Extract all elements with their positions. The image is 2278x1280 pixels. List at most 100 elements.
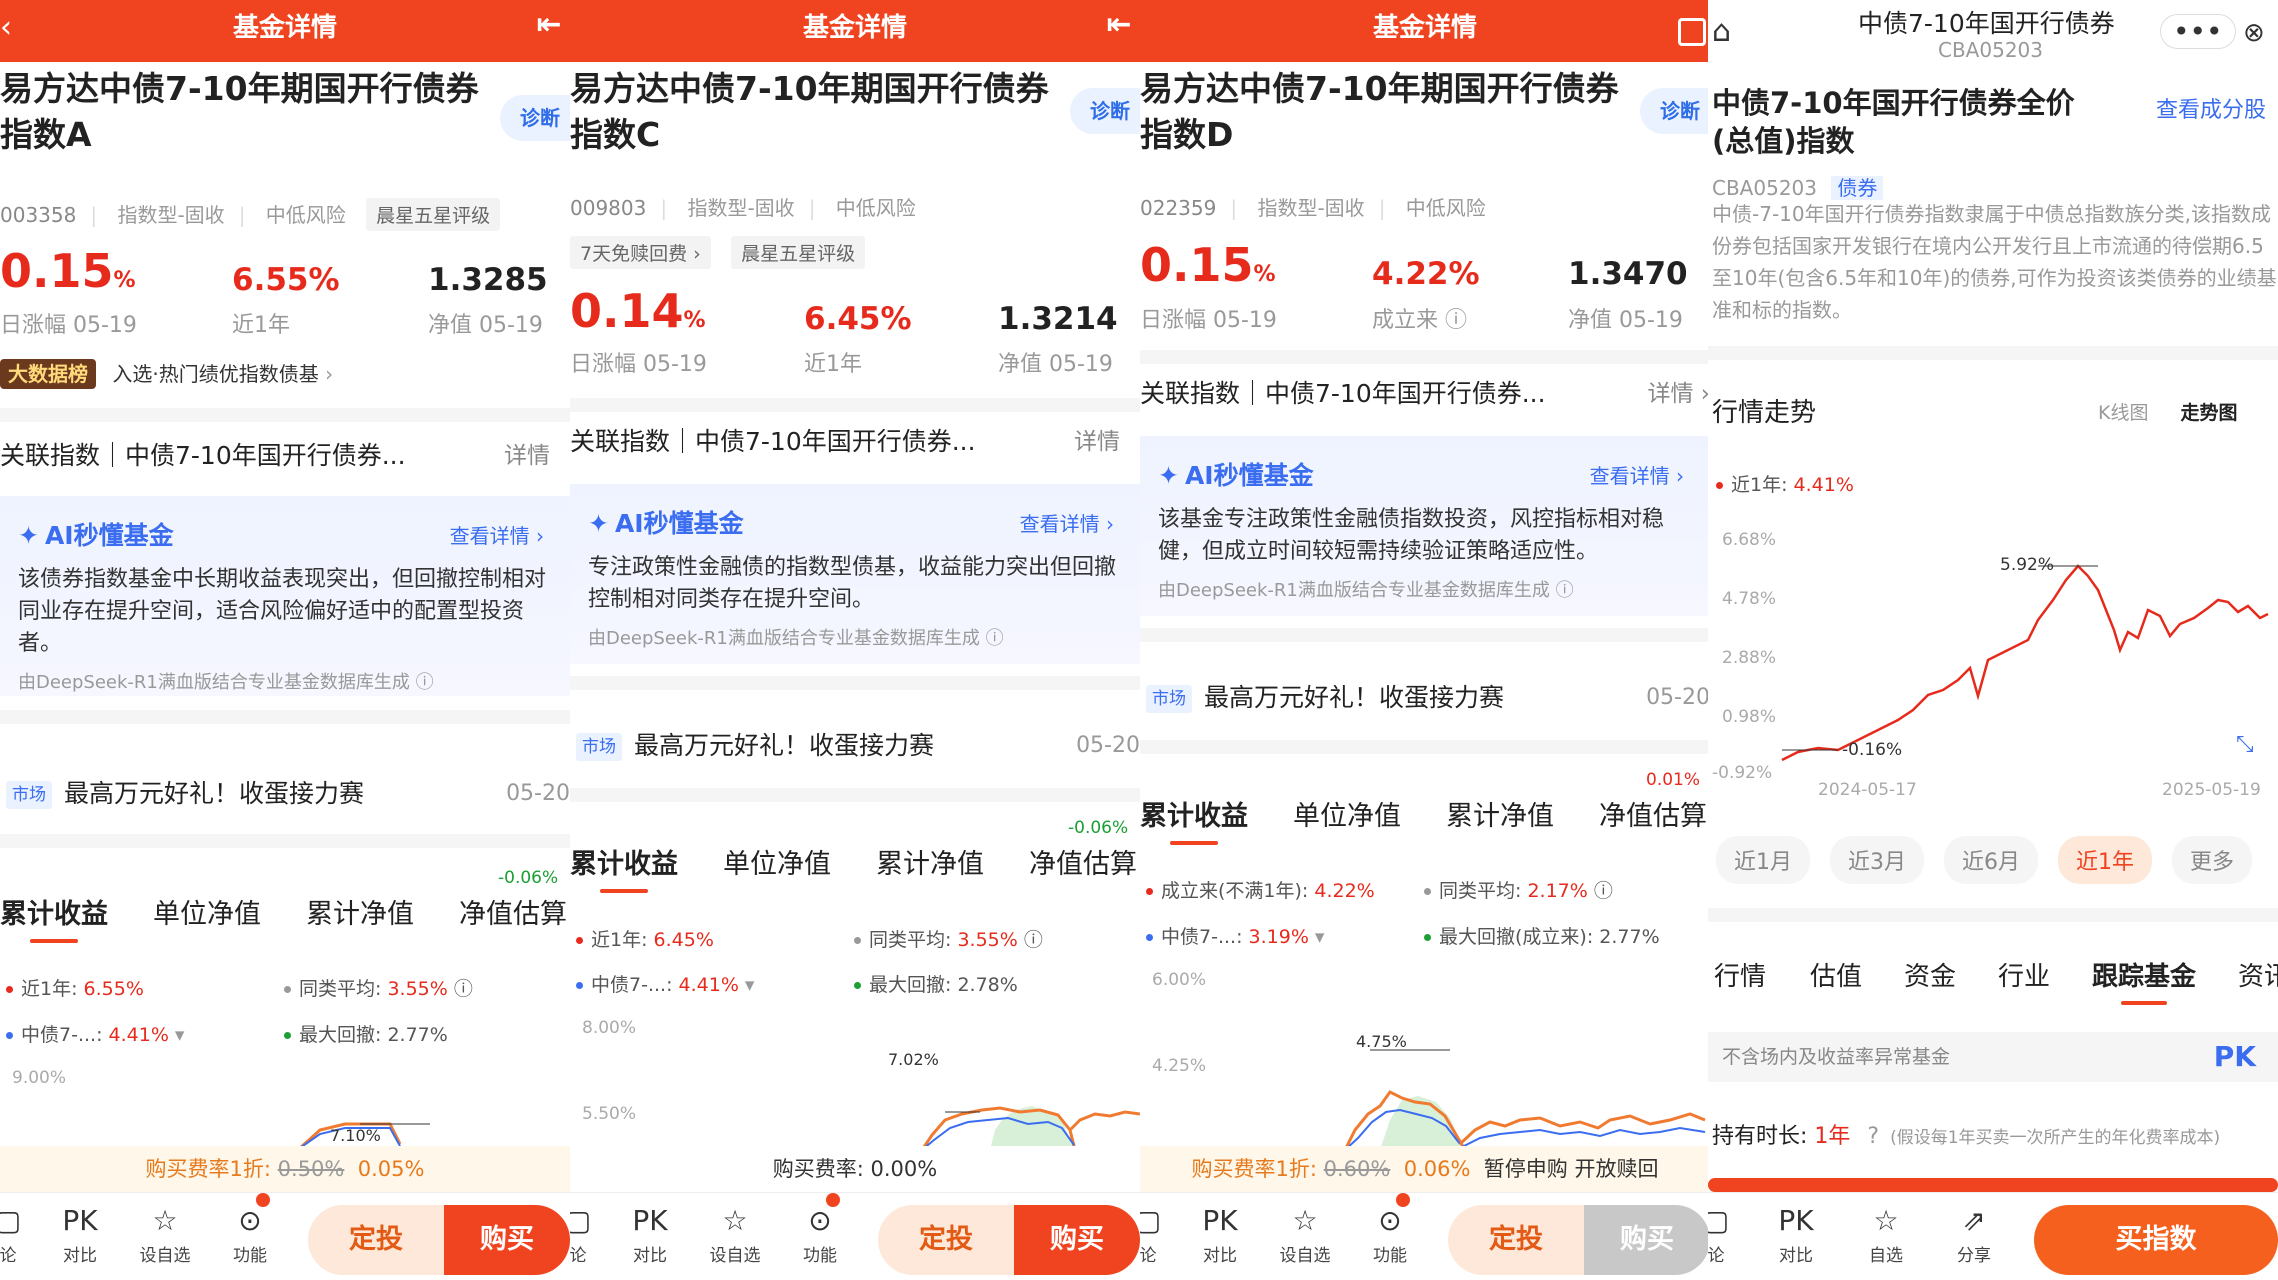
function-button[interactable]: ⊙ 功能: [1360, 1201, 1420, 1266]
sip-button[interactable]: 定投: [308, 1205, 444, 1275]
tab-unit-nav[interactable]: 单位净值: [723, 842, 831, 881]
range-3m[interactable]: 近3月: [1830, 836, 1924, 884]
fee-bar: 购买费率1折: 0.60% 0.06% 暂停申购 开放赎回: [1140, 1146, 1710, 1192]
fee-bar: 购买费率: 0.00%: [570, 1146, 1140, 1192]
related-index-row[interactable]: 关联指数｜中债7-10年国开行债券... 详情: [0, 424, 570, 488]
tab-cumulative-nav[interactable]: 累计净值: [1446, 794, 1554, 833]
range-6m[interactable]: 近6月: [1944, 836, 2038, 884]
comment-button[interactable]: ▢ 论: [1708, 1201, 1746, 1266]
diagnose-button[interactable]: 诊断: [1640, 88, 1710, 134]
kline-tab[interactable]: K线图: [2088, 400, 2158, 426]
tab-unit-nav[interactable]: 单位净值: [1293, 794, 1401, 833]
ai-view-detail[interactable]: 查看详情 ›: [450, 520, 544, 549]
market-promo-row[interactable]: 市场 最高万元好礼！收蛋接力赛 05-20: [0, 764, 570, 824]
filter-bar[interactable]: 不含场内及收益率异常基金 PK: [1708, 1032, 2278, 1082]
share-icon: ⇗: [1962, 1204, 1986, 1237]
related-index-row[interactable]: 关联指数｜中债7-10年国开行债券... 详情: [570, 410, 1140, 474]
tab-news[interactable]: 资讯: [2238, 956, 2278, 993]
legend-index[interactable]: 中债7-...: 3.19% ▾: [1146, 922, 1324, 949]
legend-index[interactable]: 中债7-...: 4.41% ▾: [6, 1020, 184, 1047]
diagnose-button[interactable]: 诊断: [500, 95, 570, 141]
tab-unit-nav[interactable]: 单位净值: [153, 892, 261, 931]
hold-slider[interactable]: [1708, 1178, 2278, 1192]
market-promo-row[interactable]: 市场 最高万元好礼！收蛋接力赛 05-20: [570, 716, 1140, 776]
related-index-detail[interactable]: 详情: [504, 424, 550, 488]
bigdata-row[interactable]: 大数据榜 入选·热门绩优指数债基 ›: [0, 358, 333, 392]
info-icon: ⓘ: [1593, 880, 1613, 902]
tab-tracking-funds[interactable]: 跟踪基金: [2092, 956, 2196, 1005]
ai-view-detail[interactable]: 查看详情 ›: [1020, 508, 1114, 537]
related-index-detail[interactable]: 详情: [1074, 410, 1120, 474]
share-button[interactable]: ⇗ 分享: [1944, 1201, 2004, 1266]
fund-code: 009803: [570, 196, 647, 220]
tab-nav-estimate[interactable]: 净值估算: [459, 892, 567, 931]
redeem-fee-tag[interactable]: 7天免赎回费 ›: [570, 236, 711, 269]
tab-cumulative-return[interactable]: 累计收益: [570, 842, 678, 893]
tab-nav-estimate[interactable]: 净值估算: [1029, 842, 1137, 881]
range-1y[interactable]: 近1年: [2058, 836, 2152, 884]
home-icon[interactable]: ⌂: [1712, 14, 1731, 49]
tab-market[interactable]: 行情: [1714, 956, 1766, 993]
tab-nav-estimate[interactable]: 净值估算: [1599, 794, 1707, 833]
sip-button[interactable]: 定投: [878, 1205, 1014, 1275]
function-button[interactable]: ⊙ 功能: [220, 1201, 280, 1266]
exit-icon[interactable]: ⇤: [1102, 10, 1136, 44]
range-more[interactable]: 更多: [2172, 836, 2253, 884]
comment-button[interactable]: ▢ 论: [570, 1201, 608, 1266]
favorite-button[interactable]: ☆ 设自选: [705, 1201, 765, 1266]
close-icon[interactable]: ⊗: [2243, 18, 2265, 48]
exit-icon[interactable]: ⇤: [532, 10, 566, 44]
buy-button[interactable]: 购买: [1014, 1205, 1140, 1275]
range-1m[interactable]: 近1月: [1716, 836, 1810, 884]
tab-cumulative-nav[interactable]: 累计净值: [876, 842, 984, 881]
tab-valuation[interactable]: 估值: [1810, 956, 1862, 993]
estimate-change: -0.06%: [1068, 818, 1129, 838]
peak-label: 4.75%: [1356, 1032, 1407, 1051]
ai-view-detail[interactable]: 查看详情 ›: [1590, 460, 1684, 489]
function-button[interactable]: ⊙ 功能: [790, 1201, 850, 1266]
index-header: ⌂ 中债7-10年国开行债券 CBA05203 ••• ⊗: [1708, 0, 2278, 72]
buy-button[interactable]: 购买: [444, 1205, 570, 1275]
diagnose-button[interactable]: 诊断: [1070, 88, 1140, 134]
compare-button[interactable]: PK 对比: [620, 1201, 680, 1266]
related-index-detail[interactable]: 详情 ›: [1647, 362, 1710, 426]
header-title: 基金详情: [1372, 13, 1477, 43]
more-icon[interactable]: •••: [2160, 14, 2236, 49]
estimate-change: -0.06%: [498, 868, 559, 888]
tab-cumulative-nav[interactable]: 累计净值: [306, 892, 414, 931]
market-badge: 市场: [1146, 685, 1192, 713]
info-icon: ⓘ: [1023, 929, 1043, 951]
favorite-button[interactable]: ☆ 设自选: [135, 1201, 195, 1266]
favorite-button[interactable]: ☆ 设自选: [1275, 1201, 1335, 1266]
compare-button[interactable]: PK 对比: [1190, 1201, 1250, 1266]
ai-source: 由DeepSeek-R1满血版结合专业基金数据库生成 ⓘ: [18, 672, 434, 693]
trend-tab[interactable]: 走势图: [2171, 400, 2248, 426]
tab-capital[interactable]: 资金: [1904, 956, 1956, 993]
star-icon: ☆: [722, 1204, 748, 1237]
header-title: 基金详情: [232, 13, 337, 43]
sparkle-icon: ✦: [18, 521, 39, 550]
home-icon[interactable]: [1678, 18, 1706, 46]
comment-button[interactable]: ▢ 论: [1140, 1201, 1178, 1266]
buy-index-button[interactable]: 买指数: [2034, 1205, 2278, 1275]
fullscreen-icon[interactable]: ⤡: [2236, 732, 2254, 757]
tab-cumulative-return[interactable]: 累计收益: [1140, 794, 1248, 845]
sip-button[interactable]: 定投: [1448, 1205, 1584, 1275]
legend-index[interactable]: 中债7-...: 4.41% ▾: [576, 970, 754, 997]
market-promo-row[interactable]: 市场 最高万元好礼！收蛋接力赛 05-20: [1140, 668, 1710, 728]
pk-button[interactable]: PK: [2214, 1032, 2256, 1082]
buy-button-disabled[interactable]: 购买: [1584, 1205, 1710, 1275]
tab-cumulative-return[interactable]: 累计收益: [0, 892, 108, 943]
tab-industry[interactable]: 行业: [1998, 956, 2050, 993]
view-components-link[interactable]: 查看成分股: [2156, 92, 2266, 124]
favorite-button[interactable]: ☆ 自选: [1856, 1201, 1916, 1266]
compare-button[interactable]: PK 对比: [50, 1201, 110, 1266]
market-text: 最高万元好礼！收蛋接力赛: [64, 779, 365, 808]
return-chart: [298, 1122, 430, 1148]
sparkle-icon: ✦: [588, 509, 609, 538]
comment-button[interactable]: ▢ 论: [0, 1201, 38, 1266]
compare-button[interactable]: PK 对比: [1766, 1201, 1826, 1266]
hold-value[interactable]: 1年: [1814, 1124, 1850, 1149]
back-icon[interactable]: ‹: [0, 0, 12, 56]
related-index-row[interactable]: 关联指数｜中债7-10年国开行债券... 详情 ›: [1140, 362, 1710, 426]
